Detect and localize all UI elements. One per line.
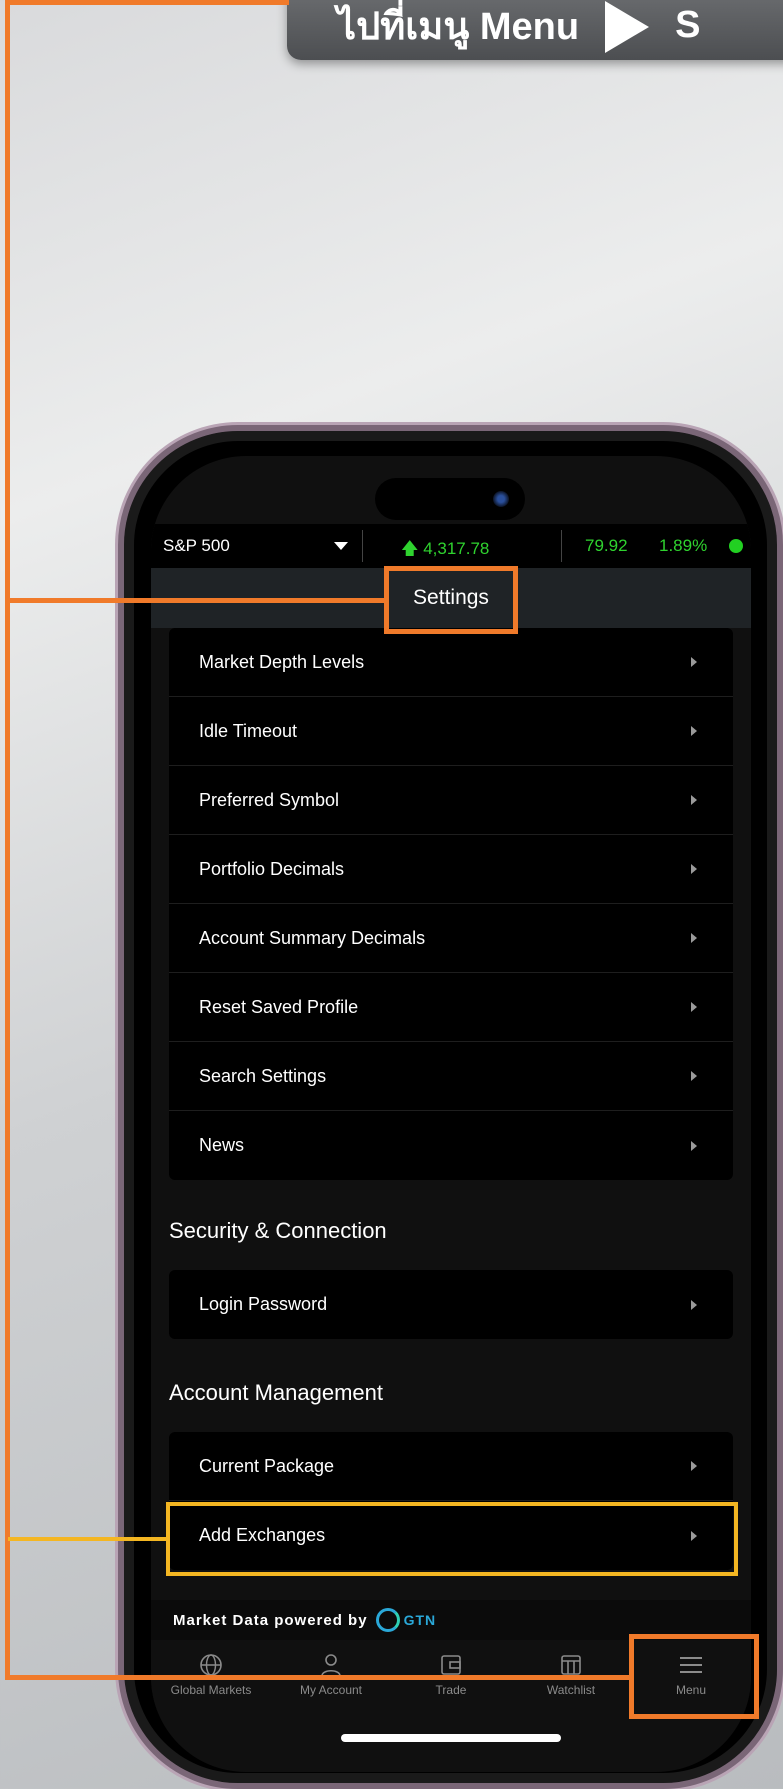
- index-ticker[interactable]: S&P 500 🡅 4,317.78 79.92 1.89%: [151, 524, 751, 568]
- banner-next-text: S: [675, 3, 701, 46]
- settings-item-idle-timeout[interactable]: Idle Timeout: [169, 697, 733, 766]
- row-label: Portfolio Decimals: [199, 858, 345, 879]
- index-change: 79.92: [585, 536, 628, 555]
- instruction-banner: ไปที่เมนู Menu S: [287, 0, 783, 60]
- connector-line: [5, 1675, 630, 1680]
- wallet-icon: [437, 1653, 465, 1677]
- user-icon: [317, 1653, 345, 1677]
- row-label: Idle Timeout: [199, 720, 298, 741]
- tab-label: Watchlist: [546, 1683, 596, 1697]
- index-name: S&P 500: [163, 536, 230, 555]
- row-label: News: [199, 1135, 245, 1155]
- index-percent: 1.89%: [659, 536, 708, 555]
- powered-by-text: Market Data powered by: [173, 1611, 368, 1629]
- chevron-right-icon: [691, 1071, 697, 1081]
- highlight-add-exchanges: [166, 1502, 738, 1576]
- settings-item-preferred-symbol[interactable]: Preferred Symbol: [169, 766, 733, 835]
- chevron-right-icon: [691, 795, 697, 805]
- highlight-settings-title: [384, 566, 518, 634]
- chevron-right-icon: [691, 657, 697, 667]
- connector-line: [8, 1537, 168, 1541]
- tab-label: My Account: [299, 1683, 363, 1697]
- dynamic-island: [375, 478, 525, 520]
- index-value-text: 4,317.78: [423, 539, 490, 558]
- settings-item-reset-saved-profile[interactable]: Reset Saved Profile: [169, 973, 733, 1042]
- tab-label: Trade: [435, 1683, 467, 1697]
- chevron-right-icon: [691, 726, 697, 736]
- row-label: Reset Saved Profile: [199, 996, 359, 1017]
- security-list: Login Password: [169, 1270, 733, 1339]
- row-label: Account Summary Decimals: [199, 927, 426, 948]
- gtn-brand-text: GTN: [403, 1612, 437, 1628]
- settings-item-login-password[interactable]: Login Password: [169, 1270, 733, 1339]
- status-dot-icon: [729, 539, 743, 553]
- settings-item-portfolio-decimals[interactable]: Portfolio Decimals: [169, 835, 733, 904]
- row-label: Login Password: [199, 1294, 328, 1314]
- banner-text: ไปที่เมนู Menu: [337, 5, 580, 48]
- chevron-right-icon: [691, 1461, 697, 1471]
- dropdown-icon[interactable]: [334, 542, 348, 550]
- row-label: Preferred Symbol: [199, 789, 340, 810]
- section-title-account: Account Management: [169, 1380, 384, 1405]
- row-label: Market Depth Levels: [199, 651, 365, 672]
- chevron-right-icon: [691, 1299, 697, 1310]
- gtn-swirl-icon: [375, 1608, 400, 1632]
- arrow-right-icon: [605, 1, 650, 53]
- section-title-security: Security & Connection: [169, 1218, 387, 1243]
- watchlist-icon: [557, 1653, 585, 1677]
- camera-icon: [493, 491, 509, 507]
- connector-line: [5, 0, 289, 5]
- settings-list: Market Depth Levels Idle Timeout Preferred…: [169, 628, 733, 1180]
- settings-item-news[interactable]: News: [169, 1111, 733, 1180]
- gtn-logo: GTN: [375, 1608, 437, 1632]
- connector-line: [5, 0, 10, 1680]
- chevron-right-icon: [691, 864, 697, 874]
- divider: [561, 530, 562, 562]
- row-label: Current Package: [199, 1455, 335, 1476]
- index-value: 🡅 4,317.78: [401, 536, 489, 565]
- home-indicator: [341, 1734, 561, 1742]
- settings-item-current-package[interactable]: Current Package: [169, 1432, 733, 1501]
- globe-icon: [197, 1653, 225, 1677]
- chevron-right-icon: [691, 1140, 697, 1151]
- highlight-menu-tab: [629, 1634, 759, 1719]
- settings-item-account-summary-decimals[interactable]: Account Summary Decimals: [169, 904, 733, 973]
- row-label: Search Settings: [199, 1065, 327, 1086]
- chevron-right-icon: [691, 1002, 697, 1012]
- settings-item-market-depth-levels[interactable]: Market Depth Levels: [169, 628, 733, 697]
- divider: [362, 530, 363, 562]
- chevron-right-icon: [691, 933, 697, 943]
- connector-line: [5, 598, 385, 603]
- arrow-up-icon: 🡅: [401, 539, 424, 558]
- settings-item-search-settings[interactable]: Search Settings: [169, 1042, 733, 1111]
- tab-label: Global Markets: [170, 1683, 252, 1697]
